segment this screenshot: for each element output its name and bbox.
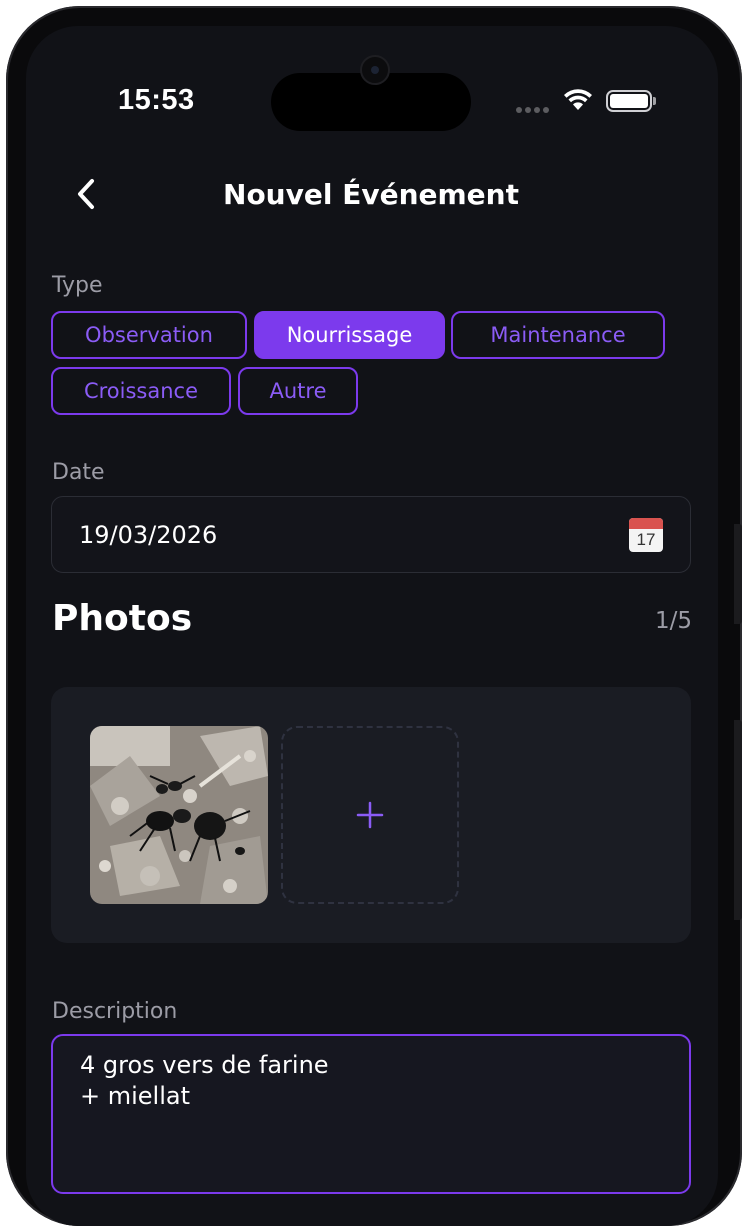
- add-photo-button[interactable]: [281, 726, 459, 904]
- type-label: Type: [52, 273, 103, 298]
- page-title: Nouvel Événement: [223, 178, 519, 211]
- back-button[interactable]: [66, 174, 106, 214]
- description-label: Description: [52, 999, 178, 1024]
- battery-cap: [653, 97, 656, 105]
- type-chip-autre[interactable]: Autre: [238, 367, 358, 415]
- plus-icon: [356, 801, 384, 829]
- calendar-icon-day: 17: [636, 530, 656, 549]
- battery-icon: [606, 90, 652, 112]
- cellular-signal-icon: [516, 107, 549, 113]
- date-label: Date: [52, 460, 105, 485]
- type-chip-maintenance[interactable]: Maintenance: [451, 311, 665, 359]
- photos-count: 1/5: [654, 608, 692, 634]
- photos-title: Photos: [52, 598, 193, 639]
- date-value: 19/03/2026: [79, 521, 218, 549]
- date-input[interactable]: 19/03/2026 17: [51, 496, 691, 573]
- photo-ants-image: [90, 726, 268, 904]
- type-chip-observation[interactable]: Observation: [51, 311, 247, 359]
- power-button: [734, 720, 742, 920]
- chevron-left-icon: [78, 179, 94, 209]
- photos-card: [51, 687, 691, 943]
- description-input[interactable]: 4 gros vers de farine + miellat: [51, 1034, 691, 1194]
- status-time: 15:53: [118, 84, 195, 116]
- photo-thumbnail[interactable]: [90, 726, 268, 904]
- volume-button: [734, 524, 742, 624]
- description-value: 4 gros vers de farine + miellat: [80, 1051, 329, 1110]
- type-chip-croissance[interactable]: Croissance: [51, 367, 231, 415]
- calendar-icon[interactable]: 17: [629, 518, 663, 552]
- front-camera: [360, 55, 390, 85]
- type-chip-nourrissage[interactable]: Nourrissage: [254, 311, 445, 359]
- wifi-icon: [564, 89, 592, 110]
